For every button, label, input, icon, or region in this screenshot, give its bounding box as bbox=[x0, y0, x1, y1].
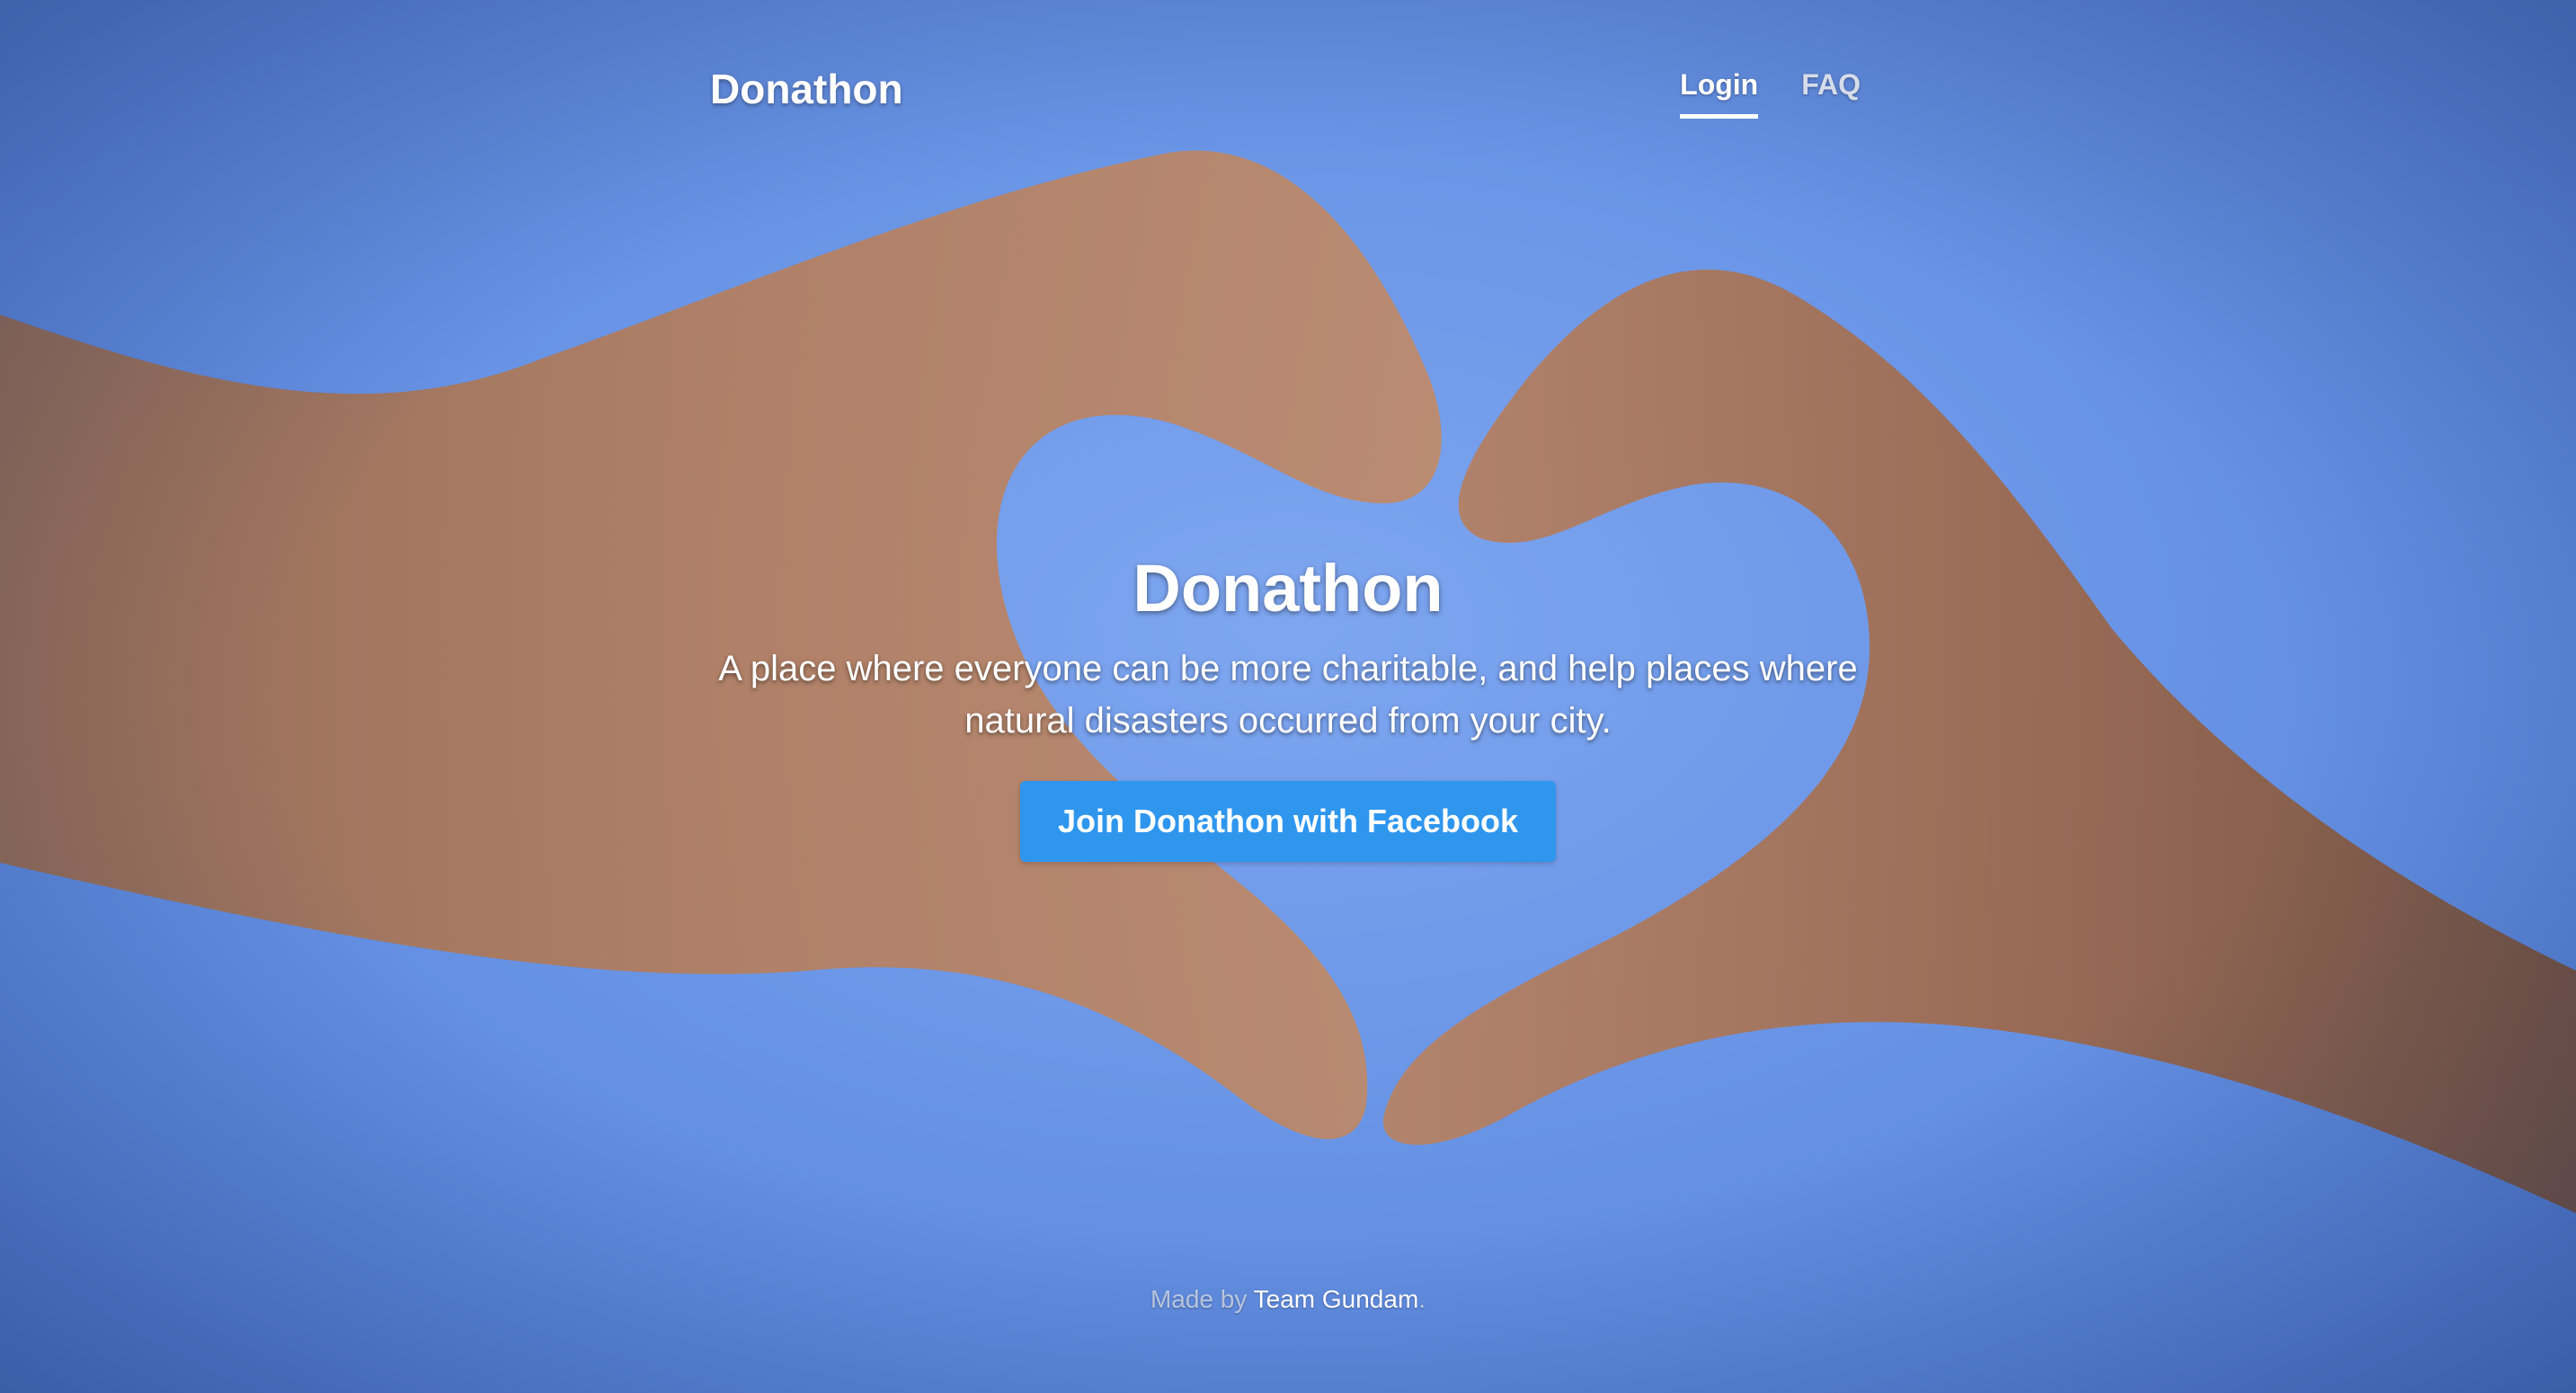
nav-faq-link[interactable]: FAQ bbox=[1801, 68, 1861, 119]
cover-heading: Donathon bbox=[1133, 551, 1443, 626]
masthead-nav: Login FAQ bbox=[1680, 68, 1861, 119]
footer: Made by Team Gundam. bbox=[0, 1285, 2576, 1314]
footer-prefix: Made by bbox=[1150, 1285, 1254, 1313]
join-facebook-button[interactable]: Join Donathon with Facebook bbox=[1020, 781, 1556, 862]
cover: Donathon A place where everyone can be m… bbox=[614, 550, 1962, 862]
nav-login-link[interactable]: Login bbox=[1680, 68, 1759, 119]
masthead: Donathon Login FAQ bbox=[710, 54, 1861, 144]
page: Donathon Login FAQ Donathon A place wher… bbox=[0, 0, 2576, 1393]
footer-suffix: . bbox=[1418, 1285, 1426, 1313]
footer-team-link[interactable]: Team Gundam bbox=[1254, 1285, 1419, 1313]
brand-title[interactable]: Donathon bbox=[710, 65, 903, 113]
cover-lead: A place where everyone can be more chari… bbox=[718, 649, 1858, 741]
